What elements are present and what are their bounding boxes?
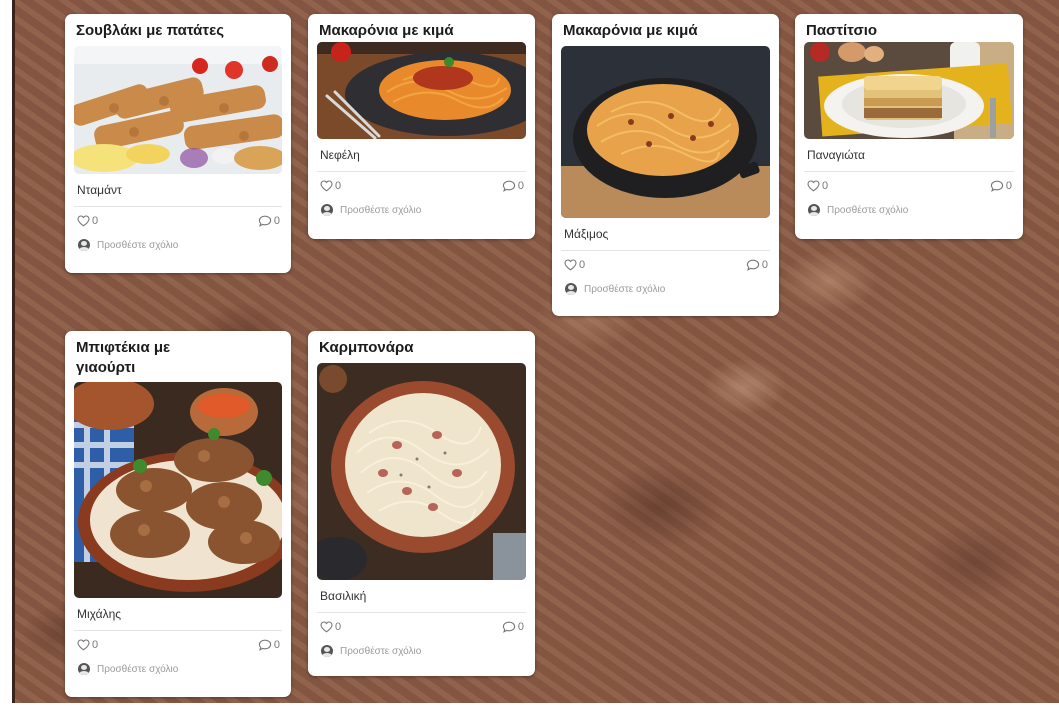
user-avatar-icon [565, 283, 577, 295]
like-button[interactable]: 0 [564, 259, 585, 271]
heart-outline-icon [77, 215, 90, 227]
like-button[interactable]: 0 [320, 621, 341, 633]
post-card-spaghetti-1[interactable]: Μακαρόνια με κιμά Νεφέλη 0 0 Προσθέστε σ… [308, 14, 535, 239]
add-comment-button[interactable]: Προσθέστε σχόλιο [317, 634, 526, 657]
like-count: 0 [92, 215, 99, 227]
pastitsio-photo[interactable] [804, 42, 1014, 139]
heart-outline-icon [77, 639, 90, 651]
like-button[interactable]: 0 [320, 180, 341, 192]
add-comment-button[interactable]: Προσθέστε σχόλιο [561, 272, 770, 295]
add-comment-label: Προσθέστε σχόλιο [827, 204, 909, 216]
comment-count: 0 [517, 621, 524, 633]
post-card-souvlaki[interactable]: Σουβλάκι με πατάτες Νταμάντ 0 0 Προσθέστ… [65, 14, 291, 273]
heart-outline-icon [320, 621, 333, 633]
add-comment-button[interactable]: Προσθέστε σχόλιο [804, 193, 1014, 216]
post-title: Μακαρόνια με κιμά [563, 22, 698, 39]
post-card-spaghetti-2[interactable]: Μακαρόνια με κιμά Μάξιμος 0 0 Προσθέστε … [552, 14, 779, 316]
like-button[interactable]: 0 [77, 639, 98, 651]
like-count: 0 [579, 259, 586, 271]
post-title: Μπιφτέκια με γιαούρτι [76, 339, 171, 376]
post-author: Νταμάντ [74, 174, 282, 207]
post-title: Σουβλάκι με πατάτες [76, 22, 224, 39]
post-card-pastitsio[interactable]: Παστίτσιο Παναγιώτα 0 0 Προσθέστε σχόλιο [795, 14, 1023, 239]
user-avatar-icon [78, 239, 90, 251]
add-comment-button[interactable]: Προσθέστε σχόλιο [74, 228, 282, 251]
add-comment-label: Προσθέστε σχόλιο [97, 663, 179, 675]
heart-outline-icon [320, 180, 333, 192]
post-author: Νεφέλη [317, 139, 526, 172]
add-comment-label: Προσθέστε σχόλιο [97, 239, 179, 251]
spaghetti-bolognese-photo[interactable] [317, 42, 526, 139]
post-stats: 0 0 [317, 613, 526, 634]
comment-count: 0 [273, 639, 280, 651]
comments-button[interactable]: 0 [258, 639, 280, 651]
heart-outline-icon [807, 180, 820, 192]
post-stats: 0 0 [317, 172, 526, 193]
bifteki-patties-photo[interactable] [74, 382, 282, 598]
user-avatar-icon [78, 663, 90, 675]
user-avatar-icon [321, 645, 333, 657]
post-stats: 0 0 [804, 172, 1014, 193]
souvlaki-with-fries-photo[interactable] [74, 46, 282, 174]
comments-button[interactable]: 0 [502, 621, 524, 633]
like-button[interactable]: 0 [807, 180, 828, 192]
user-avatar-icon [321, 204, 333, 216]
post-stats: 0 0 [561, 251, 770, 272]
speech-bubble-icon [746, 259, 760, 271]
comment-count: 0 [761, 259, 768, 271]
comments-button[interactable]: 0 [746, 259, 768, 271]
post-author: Βασιλική [317, 580, 526, 613]
speech-bubble-icon [990, 180, 1004, 192]
comments-button[interactable]: 0 [502, 180, 524, 192]
add-comment-label: Προσθέστε σχόλιο [584, 283, 666, 295]
post-stats: 0 0 [74, 631, 282, 652]
speech-bubble-icon [258, 639, 272, 651]
comment-count: 0 [1005, 180, 1012, 192]
post-title: Καρμπονάρα [319, 339, 414, 356]
speech-bubble-icon [258, 215, 272, 227]
post-stats: 0 0 [74, 207, 282, 228]
add-comment-label: Προσθέστε σχόλιο [340, 645, 422, 657]
like-count: 0 [822, 180, 829, 192]
add-comment-button[interactable]: Προσθέστε σχόλιο [317, 193, 526, 216]
comment-count: 0 [517, 180, 524, 192]
speech-bubble-icon [502, 621, 516, 633]
like-count: 0 [335, 180, 342, 192]
post-author: Μάξιμος [561, 218, 770, 251]
add-comment-label: Προσθέστε σχόλιο [340, 204, 422, 216]
heart-outline-icon [564, 259, 577, 271]
post-author: Παναγιώτα [804, 139, 1014, 172]
comments-button[interactable]: 0 [990, 180, 1012, 192]
comment-count: 0 [273, 215, 280, 227]
add-comment-button[interactable]: Προσθέστε σχόλιο [74, 652, 282, 675]
speech-bubble-icon [502, 180, 516, 192]
post-title: Μακαρόνια με κιμά [319, 22, 454, 39]
user-avatar-icon [808, 204, 820, 216]
post-card-bifteki[interactable]: Μπιφτέκια με γιαούρτι Μιχάλης 0 0 Προσθέ… [65, 331, 291, 697]
like-button[interactable]: 0 [77, 215, 98, 227]
post-author: Μιχάλης [74, 598, 282, 631]
comments-button[interactable]: 0 [258, 215, 280, 227]
post-title: Παστίτσιο [806, 22, 878, 39]
carbonara-photo[interactable] [317, 363, 526, 580]
baked-spaghetti-dish-photo[interactable] [561, 46, 770, 218]
like-count: 0 [335, 621, 342, 633]
post-card-carbonara[interactable]: Καρμπονάρα Βασιλική 0 0 Προσθέστε σχόλιο [308, 331, 535, 676]
like-count: 0 [92, 639, 99, 651]
